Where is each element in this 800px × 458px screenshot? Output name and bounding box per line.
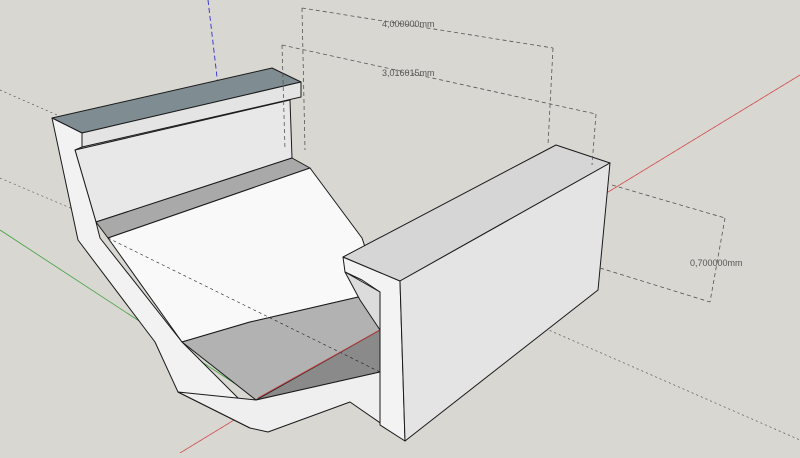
right-wall[interactable]: [342, 144, 611, 442]
dimension-height[interactable]: [599, 184, 726, 303]
dimension-top[interactable]: [301, 7, 554, 151]
model-viewport[interactable]: 4,000000mm 3,016015mm 0,700000mm: [0, 0, 800, 454]
scene-canvas[interactable]: 4,000000mm 3,016015mm 0,700000mm: [0, 0, 800, 454]
dimension-inner[interactable]: [281, 44, 597, 166]
dimension-inner-label[interactable]: 3,016015mm: [382, 68, 435, 78]
dimension-top-label[interactable]: 4,000000mm: [382, 19, 435, 29]
dimension-height-label[interactable]: 0,700000mm: [690, 258, 743, 268]
